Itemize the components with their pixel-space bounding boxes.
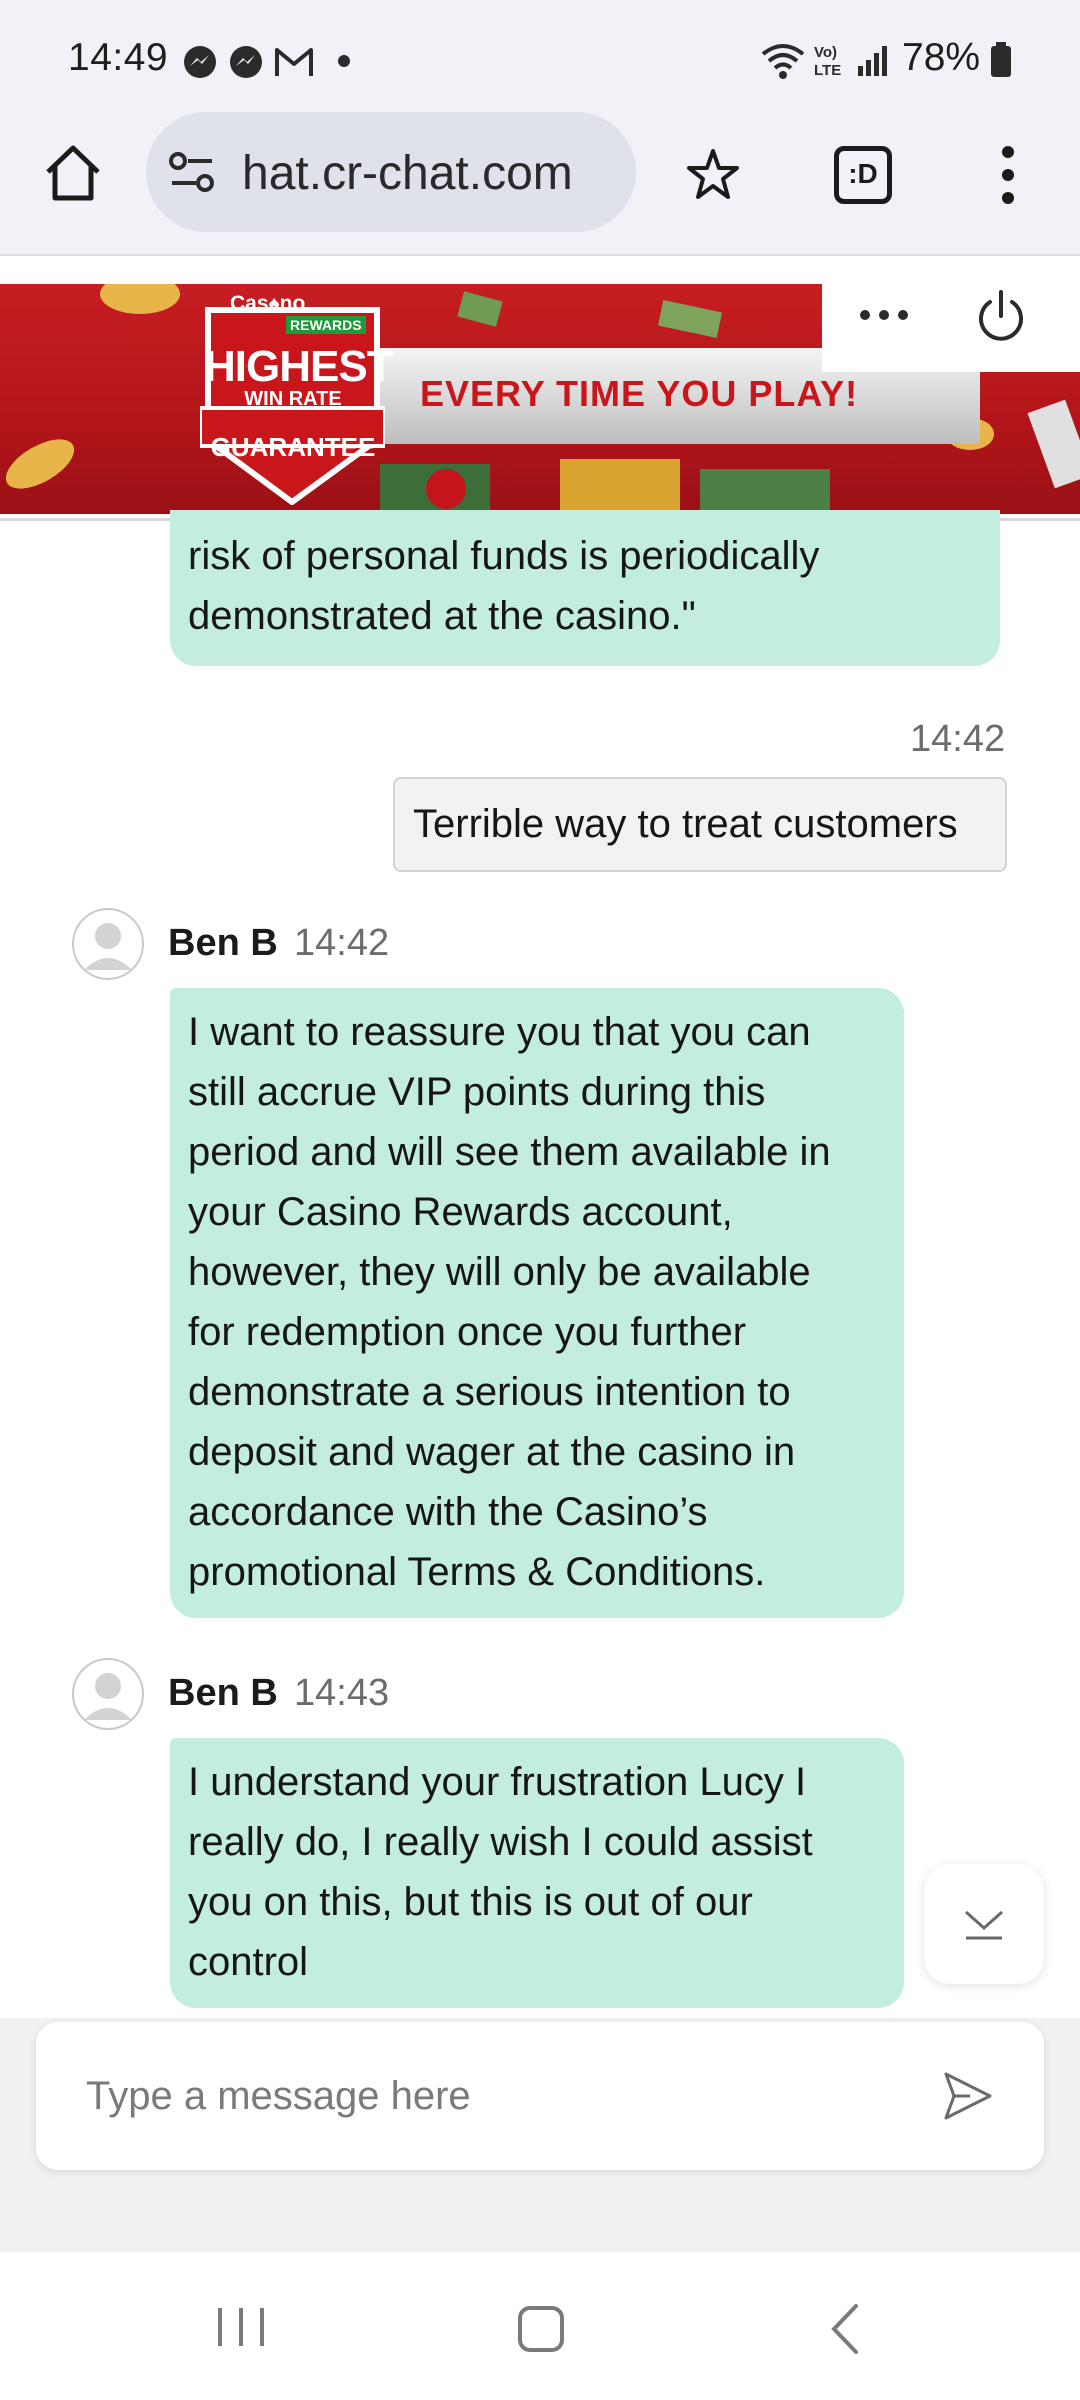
power-icon[interactable] bbox=[974, 288, 1028, 344]
gmail-icon bbox=[275, 48, 313, 76]
chevron-down-icon bbox=[965, 1910, 1003, 1940]
user-message-time: 14:42 bbox=[910, 718, 1006, 760]
home-nav-icon[interactable] bbox=[516, 2304, 566, 2354]
message-line: you on this, but this is out of our bbox=[188, 1880, 753, 1924]
message-time: 14:42 bbox=[294, 922, 390, 964]
battery-percent: 78% bbox=[902, 36, 981, 79]
svg-text:Vo): Vo) bbox=[814, 44, 837, 61]
message-line: period and will see them available in bbox=[188, 1130, 831, 1174]
logo-casino-text: Cas♠no bbox=[230, 292, 306, 315]
message-line: I understand your frustration Lucy I bbox=[188, 1760, 807, 1804]
message-line: really do, I really wish I could assist bbox=[188, 1820, 813, 1864]
agent-message-bubble: I understand your frustration Lucy I rea… bbox=[170, 1738, 904, 2008]
message-line: control bbox=[188, 1940, 309, 1984]
logo-winrate-text: WIN RATE bbox=[244, 388, 342, 410]
message-line: demonstrate a serious intention to bbox=[188, 1370, 791, 1414]
send-icon[interactable] bbox=[940, 2068, 996, 2124]
avatar bbox=[72, 1658, 144, 1730]
banner-tagline: EVERY TIME YOU PLAY! bbox=[420, 373, 859, 414]
message-line: risk of personal funds is periodically bbox=[188, 534, 820, 578]
messenger-icon bbox=[184, 46, 216, 78]
agent-message-bubble: I want to reassure you that you can stil… bbox=[170, 988, 904, 1618]
agent-message-bubble: risk of personal funds is periodically d… bbox=[170, 510, 1000, 666]
message-line: demonstrated at the casino." bbox=[188, 594, 696, 638]
message-line: I want to reassure you that you can bbox=[188, 1010, 811, 1054]
dot-icon bbox=[338, 55, 350, 67]
logo-guarantee-text: GUARANTEE bbox=[210, 432, 376, 462]
svg-text:LTE: LTE bbox=[814, 62, 841, 78]
site-settings-icon[interactable] bbox=[168, 150, 216, 194]
more-menu-icon[interactable] bbox=[996, 144, 1020, 206]
message-line: accordance with the Casino’s bbox=[188, 1490, 708, 1534]
status-time: 14:49 bbox=[68, 36, 169, 79]
back-icon[interactable] bbox=[828, 2302, 862, 2356]
url-text: hat.cr-chat.com bbox=[242, 147, 573, 200]
avatar bbox=[72, 908, 144, 980]
user-avatar-icon bbox=[72, 908, 144, 980]
message-line: however, they will only be available bbox=[188, 1250, 811, 1294]
battery-icon bbox=[991, 42, 1011, 77]
bookmark-star-icon[interactable] bbox=[686, 148, 740, 200]
volte-icon: Vo) LTE bbox=[814, 44, 841, 78]
system-navigation-bar bbox=[0, 2252, 1080, 2400]
messenger-icon bbox=[230, 46, 262, 78]
recent-apps-icon[interactable] bbox=[214, 2304, 268, 2350]
logo-rewards-text: REWARDS bbox=[286, 316, 366, 334]
scroll-to-bottom-button[interactable] bbox=[924, 1864, 1044, 1984]
user-message-bubble: Terrible way to treat customers bbox=[393, 777, 1007, 872]
tab-switcher-icon[interactable]: :D bbox=[834, 146, 892, 204]
chat-header-controls bbox=[822, 284, 1080, 372]
address-bar[interactable]: hat.cr-chat.com bbox=[146, 112, 636, 232]
message-input[interactable] bbox=[86, 2066, 926, 2126]
chat-options-icon[interactable] bbox=[858, 308, 910, 322]
user-avatar-icon bbox=[72, 1658, 144, 1730]
message-line: promotional Terms & Conditions. bbox=[188, 1550, 766, 1594]
user-message-text: Terrible way to treat customers bbox=[413, 802, 958, 846]
wifi-icon bbox=[761, 44, 805, 79]
message-line: for redemption once you further bbox=[188, 1310, 747, 1354]
message-composer bbox=[36, 2022, 1044, 2170]
tab-switcher-label: :D bbox=[848, 158, 878, 189]
sender-name: Ben B bbox=[168, 1672, 278, 1714]
message-time: 14:43 bbox=[294, 1672, 390, 1714]
message-line: your Casino Rewards account, bbox=[188, 1190, 733, 1234]
message-line: deposit and wager at the casino in bbox=[188, 1430, 796, 1474]
message-line: still accrue VIP points during this bbox=[188, 1070, 766, 1114]
status-bar: 14:49 Vo) LTE 78% bbox=[0, 0, 1080, 115]
signal-icon bbox=[858, 46, 887, 76]
logo-highest-text: HIGHEST bbox=[204, 342, 394, 391]
home-icon[interactable] bbox=[42, 142, 104, 204]
sender-name: Ben B bbox=[168, 922, 278, 964]
